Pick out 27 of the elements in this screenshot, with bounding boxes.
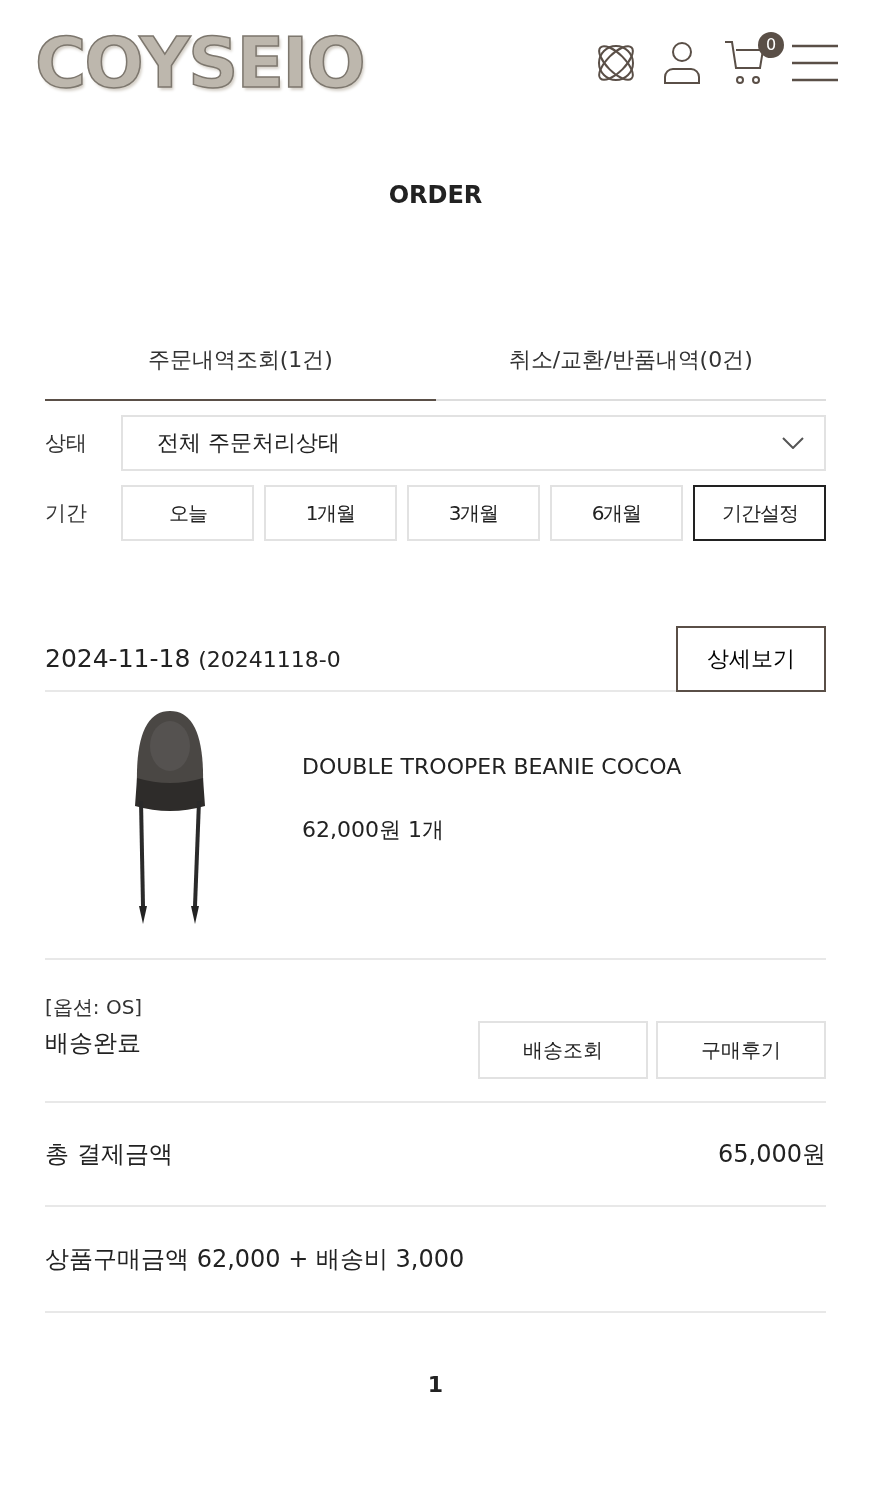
- page-title: ORDER: [387, 181, 484, 209]
- product-price: 62,000원 1개: [302, 816, 445, 844]
- cart-count-badge: 0: [758, 31, 784, 58]
- chevron-down-icon: [782, 437, 804, 449]
- period-label: 기간: [45, 500, 88, 527]
- period-button[interactable]: 오늘: [121, 485, 254, 541]
- price-breakdown: 상품구매금액 62,000 + 배송비 3,000: [45, 1244, 465, 1275]
- order-status: 배송완료: [45, 1028, 141, 1059]
- menu-icon[interactable]: [792, 43, 838, 82]
- status-label: 상태: [45, 430, 88, 457]
- tab[interactable]: 주문내역조회(1건): [45, 345, 436, 401]
- order-action-button[interactable]: 배송조회: [478, 1021, 648, 1079]
- status-dropdown[interactable]: 전체 주문처리상태: [121, 415, 826, 471]
- product-name[interactable]: DOUBLE TROOPER BEANIE COCOA: [302, 754, 682, 779]
- period-button[interactable]: 6개월: [550, 485, 683, 541]
- order-action-button[interactable]: 구매후기: [656, 1021, 826, 1079]
- product-option: [옵션: OS]: [45, 995, 143, 1019]
- user-icon[interactable]: [662, 40, 702, 85]
- total-amount: 65,000원: [718, 1139, 826, 1170]
- period-button[interactable]: 기간설정: [693, 485, 826, 541]
- total-label: 총 결제금액: [45, 1139, 173, 1170]
- order-date: 2024-11-18 (20241118-0: [45, 643, 341, 673]
- period-button[interactable]: 1개월: [264, 485, 397, 541]
- period-button[interactable]: 3개월: [407, 485, 540, 541]
- page-number[interactable]: 1: [421, 1371, 450, 1398]
- detail-button[interactable]: 상세보기: [676, 626, 826, 692]
- tab[interactable]: 취소/교환/반품내역(0건): [435, 345, 826, 401]
